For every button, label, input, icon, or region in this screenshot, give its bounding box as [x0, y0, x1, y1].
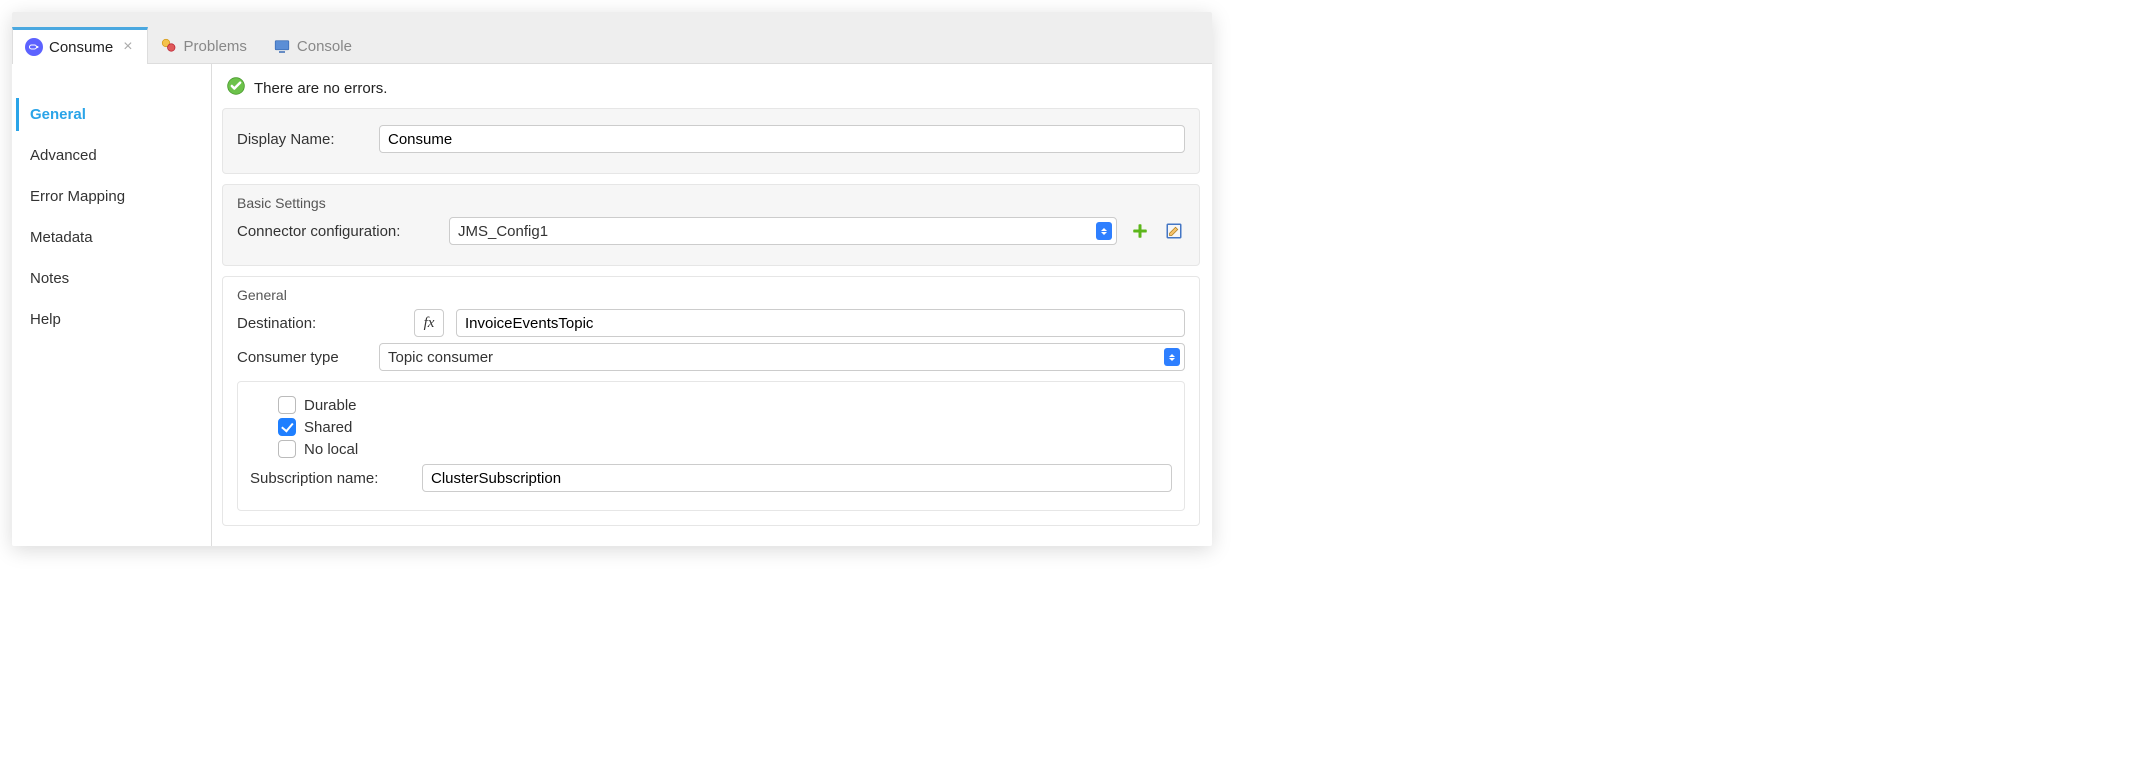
- durable-label: Durable: [304, 397, 357, 414]
- consume-icon: [25, 38, 43, 56]
- sidebar-item-label: Help: [30, 311, 61, 328]
- subscription-name-label: Subscription name:: [250, 470, 410, 487]
- select-value: Topic consumer: [388, 349, 493, 366]
- add-config-button[interactable]: [1129, 220, 1151, 242]
- tab-problems[interactable]: Problems: [148, 29, 261, 63]
- sidebar-item-label: Advanced: [30, 147, 97, 164]
- status-text: There are no errors.: [254, 80, 387, 97]
- shared-checkbox[interactable]: [278, 418, 296, 436]
- consumer-options-box: Durable Shared No local Subscription nam…: [237, 381, 1185, 511]
- nolocal-checkbox[interactable]: [278, 440, 296, 458]
- sidebar-item-general[interactable]: General: [16, 98, 211, 131]
- edit-config-button[interactable]: [1163, 220, 1185, 242]
- sidebar: General Advanced Error Mapping Metadata …: [12, 64, 212, 546]
- main-panel: There are no errors. Display Name: Basic…: [212, 64, 1212, 546]
- durable-row: Durable: [278, 396, 1172, 414]
- ok-icon: [226, 76, 246, 100]
- section-title: Basic Settings: [237, 195, 1185, 211]
- section-title: General: [237, 287, 1185, 303]
- consumer-type-label: Consumer type: [237, 349, 367, 366]
- display-name-section: Display Name:: [222, 108, 1200, 174]
- durable-checkbox[interactable]: [278, 396, 296, 414]
- tab-label: Consume: [49, 39, 113, 56]
- chevron-updown-icon: [1096, 222, 1112, 240]
- connector-config-label: Connector configuration:: [237, 223, 437, 240]
- sidebar-item-label: General: [30, 106, 86, 123]
- editor-window: Consume × Problems Console General Advan…: [12, 12, 1212, 546]
- subscription-name-input[interactable]: [422, 464, 1172, 492]
- sidebar-item-label: Metadata: [30, 229, 93, 246]
- fx-icon: fx: [424, 315, 435, 332]
- destination-input[interactable]: [456, 309, 1185, 337]
- sidebar-item-notes[interactable]: Notes: [16, 262, 211, 295]
- shared-row: Shared: [278, 418, 1172, 436]
- tab-label: Console: [297, 38, 352, 55]
- destination-label: Destination:: [237, 315, 402, 332]
- connector-config-select[interactable]: JMS_Config1: [449, 217, 1117, 245]
- basic-settings-section: Basic Settings Connector configuration: …: [222, 184, 1200, 266]
- sidebar-item-error-mapping[interactable]: Error Mapping: [16, 180, 211, 213]
- display-name-label: Display Name:: [237, 131, 367, 148]
- tab-label: Problems: [184, 38, 247, 55]
- general-section: General Destination: fx Consumer type To…: [222, 276, 1200, 526]
- sidebar-item-help[interactable]: Help: [16, 303, 211, 336]
- shared-label: Shared: [304, 419, 352, 436]
- nolocal-row: No local: [278, 440, 1172, 458]
- close-icon[interactable]: ×: [123, 38, 132, 56]
- tab-console[interactable]: Console: [261, 29, 366, 63]
- nolocal-label: No local: [304, 441, 358, 458]
- tab-consume[interactable]: Consume ×: [12, 27, 148, 64]
- sidebar-item-metadata[interactable]: Metadata: [16, 221, 211, 254]
- console-icon: [273, 37, 291, 55]
- chevron-updown-icon: [1164, 348, 1180, 366]
- status-row: There are no errors.: [222, 70, 1200, 108]
- sidebar-item-advanced[interactable]: Advanced: [16, 139, 211, 172]
- sidebar-item-label: Error Mapping: [30, 188, 125, 205]
- select-value: JMS_Config1: [458, 223, 548, 240]
- consumer-type-select[interactable]: Topic consumer: [379, 343, 1185, 371]
- fx-button[interactable]: fx: [414, 309, 444, 337]
- tab-bar: Consume × Problems Console: [12, 12, 1212, 64]
- display-name-input[interactable]: [379, 125, 1185, 153]
- problems-icon: [160, 37, 178, 55]
- sidebar-item-label: Notes: [30, 270, 69, 287]
